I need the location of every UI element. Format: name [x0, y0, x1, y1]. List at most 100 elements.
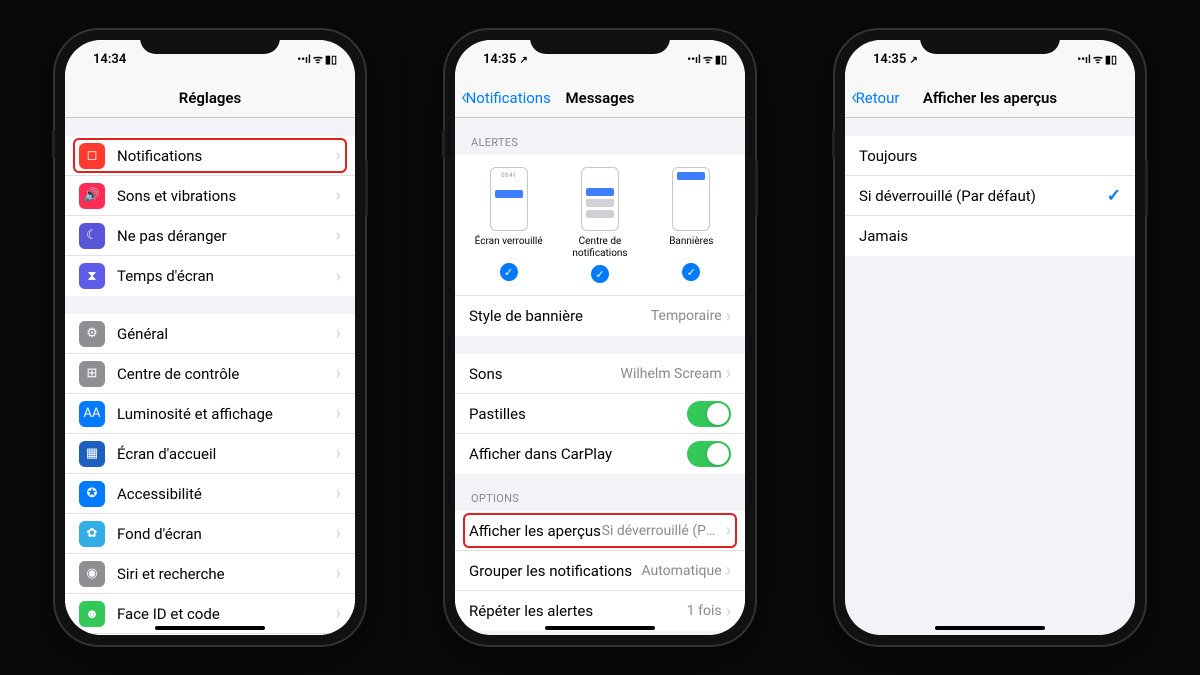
- row-icon: ✪: [79, 481, 105, 507]
- home-indicator[interactable]: [155, 626, 265, 630]
- row-show-previews[interactable]: Afficher les aperçus Si déverrouillé (Pa…: [455, 511, 745, 551]
- messages-content[interactable]: ALERTES 09:41 Écran verrouillé ✓ Centre …: [455, 118, 745, 635]
- page-title: Afficher les aperçus: [923, 89, 1057, 107]
- row-icon: 🔊: [79, 183, 105, 209]
- row-group-notifications[interactable]: Grouper les notifications Automatique ›: [455, 551, 745, 591]
- row-icon: ◉: [79, 561, 105, 587]
- back-button[interactable]: ‹ Retour: [851, 87, 899, 109]
- option-row[interactable]: Jamais: [845, 216, 1135, 256]
- row-label: Général: [117, 325, 336, 343]
- previews-content[interactable]: Toujours Si déverrouillé (Par défaut)✓ Jam…: [845, 118, 1135, 635]
- settings-row[interactable]: ⊞ Centre de contrôle ›: [65, 354, 355, 394]
- option-label: Toujours: [859, 147, 1121, 165]
- row-carplay[interactable]: Afficher dans CarPlay: [455, 434, 745, 474]
- row-label: Notifications: [117, 147, 336, 165]
- chevron-right-icon: ›: [336, 323, 341, 344]
- nav-bar: ‹ Notifications Messages: [455, 78, 745, 118]
- nav-bar: ‹ Retour Afficher les aperçus: [845, 78, 1135, 118]
- chevron-right-icon: ›: [336, 443, 341, 464]
- chevron-right-icon: ›: [726, 560, 731, 581]
- settings-row[interactable]: ✿ Fond d'écran ›: [65, 514, 355, 554]
- check-icon: ✓: [591, 265, 609, 283]
- status-icons: ••ıl ᯤ ▮▯: [1077, 52, 1117, 67]
- notch: [920, 30, 1060, 54]
- check-icon: ✓: [500, 263, 518, 281]
- row-label: Ne pas déranger: [117, 227, 336, 245]
- option-row[interactable]: Toujours: [845, 136, 1135, 176]
- settings-row[interactable]: ◉ Siri et recherche ›: [65, 554, 355, 594]
- row-icon: ☾: [79, 223, 105, 249]
- chevron-right-icon: ›: [726, 520, 731, 541]
- alert-option-banner[interactable]: Bannières ✓: [649, 167, 734, 283]
- alert-option-center[interactable]: Centre de notifications ✓: [557, 167, 642, 283]
- row-label: Siri et recherche: [117, 565, 336, 583]
- row-icon: ▦: [79, 441, 105, 467]
- status-time: 14:34: [93, 52, 126, 67]
- settings-row[interactable]: SOS Appel d'urgence ›: [65, 634, 355, 635]
- back-label: Retour: [856, 89, 900, 107]
- row-label: Fond d'écran: [117, 525, 336, 543]
- status-time: 14:35 ↗: [483, 52, 528, 67]
- alert-option-lockscreen[interactable]: 09:41 Écran verrouillé ✓: [466, 167, 551, 283]
- phone-frame-3: 14:35 ↗ ••ıl ᯤ ▮▯ ‹ Retour Afficher les …: [835, 30, 1145, 645]
- settings-row[interactable]: ▦ Écran d'accueil ›: [65, 434, 355, 474]
- status-icons: ••ıl ᯤ ▮▯: [687, 52, 727, 67]
- settings-row[interactable]: ☾ Ne pas déranger ›: [65, 216, 355, 256]
- row-icon: ☻: [79, 601, 105, 627]
- chevron-right-icon: ›: [336, 403, 341, 424]
- notch: [140, 30, 280, 54]
- section-header-options: OPTIONS: [455, 492, 745, 511]
- page-title: Réglages: [179, 89, 241, 107]
- row-badges[interactable]: Pastilles: [455, 394, 745, 434]
- chevron-right-icon: ›: [336, 523, 341, 544]
- row-sounds[interactable]: Sons Wilhelm Scream ›: [455, 354, 745, 394]
- chevron-right-icon: ›: [336, 603, 341, 624]
- back-button[interactable]: ‹ Notifications: [461, 87, 551, 109]
- chevron-right-icon: ›: [336, 563, 341, 584]
- row-label: Sons et vibrations: [117, 187, 336, 205]
- alerts-panel: 09:41 Écran verrouillé ✓ Centre de notif…: [455, 155, 745, 296]
- row-label: Face ID et code: [117, 605, 336, 623]
- row-repeat-alerts[interactable]: Répéter les alertes 1 fois ›: [455, 591, 745, 631]
- phone-frame-2: 14:35 ↗ ••ıl ᯤ ▮▯ ‹ Notifications Messag…: [445, 30, 755, 645]
- chevron-right-icon: ›: [336, 266, 341, 287]
- settings-row[interactable]: ⚙ Général ›: [65, 314, 355, 354]
- settings-row[interactable]: 🔊 Sons et vibrations ›: [65, 176, 355, 216]
- row-icon: ◻: [79, 143, 105, 169]
- settings-row[interactable]: ⧗ Temps d'écran ›: [65, 256, 355, 296]
- row-icon: AA: [79, 401, 105, 427]
- settings-row[interactable]: AA Luminosité et affichage ›: [65, 394, 355, 434]
- phone-frame-1: 14:34 ••ıl ᯤ ▮▯ Réglages ◻ Notifications…: [55, 30, 365, 645]
- settings-row[interactable]: ✪ Accessibilité ›: [65, 474, 355, 514]
- option-label: Si déverrouillé (Par défaut): [859, 187, 1107, 205]
- row-icon: ✿: [79, 521, 105, 547]
- option-label: Jamais: [859, 227, 1121, 245]
- chevron-right-icon: ›: [336, 483, 341, 504]
- section-header-alerts: ALERTES: [455, 136, 745, 155]
- status-icons: ••ıl ᯤ ▮▯: [297, 52, 337, 67]
- settings-row[interactable]: ◻ Notifications ›: [65, 136, 355, 176]
- home-indicator[interactable]: [935, 626, 1045, 630]
- chevron-right-icon: ›: [336, 145, 341, 166]
- settings-content[interactable]: ◻ Notifications ›🔊 Sons et vibrations ›☾…: [65, 118, 355, 635]
- row-icon: ⊞: [79, 361, 105, 387]
- toggle-badges[interactable]: [687, 401, 731, 427]
- option-row[interactable]: Si déverrouillé (Par défaut)✓: [845, 176, 1135, 216]
- page-title: Messages: [566, 89, 635, 107]
- row-icon: ⚙: [79, 321, 105, 347]
- row-label: Écran d'accueil: [117, 445, 336, 463]
- row-label: Temps d'écran: [117, 267, 336, 285]
- home-indicator[interactable]: [545, 626, 655, 630]
- chevron-right-icon: ›: [336, 363, 341, 384]
- status-time: 14:35 ↗: [873, 52, 918, 67]
- check-icon: ✓: [682, 263, 700, 281]
- row-label: Accessibilité: [117, 485, 336, 503]
- toggle-carplay[interactable]: [687, 441, 731, 467]
- chevron-right-icon: ›: [726, 306, 731, 327]
- row-label: Luminosité et affichage: [117, 405, 336, 423]
- checkmark-icon: ✓: [1107, 186, 1121, 206]
- back-label: Notifications: [466, 89, 551, 107]
- chevron-right-icon: ›: [726, 601, 731, 622]
- chevron-right-icon: ›: [336, 225, 341, 246]
- row-banner-style[interactable]: Style de bannière Temporaire ›: [455, 296, 745, 336]
